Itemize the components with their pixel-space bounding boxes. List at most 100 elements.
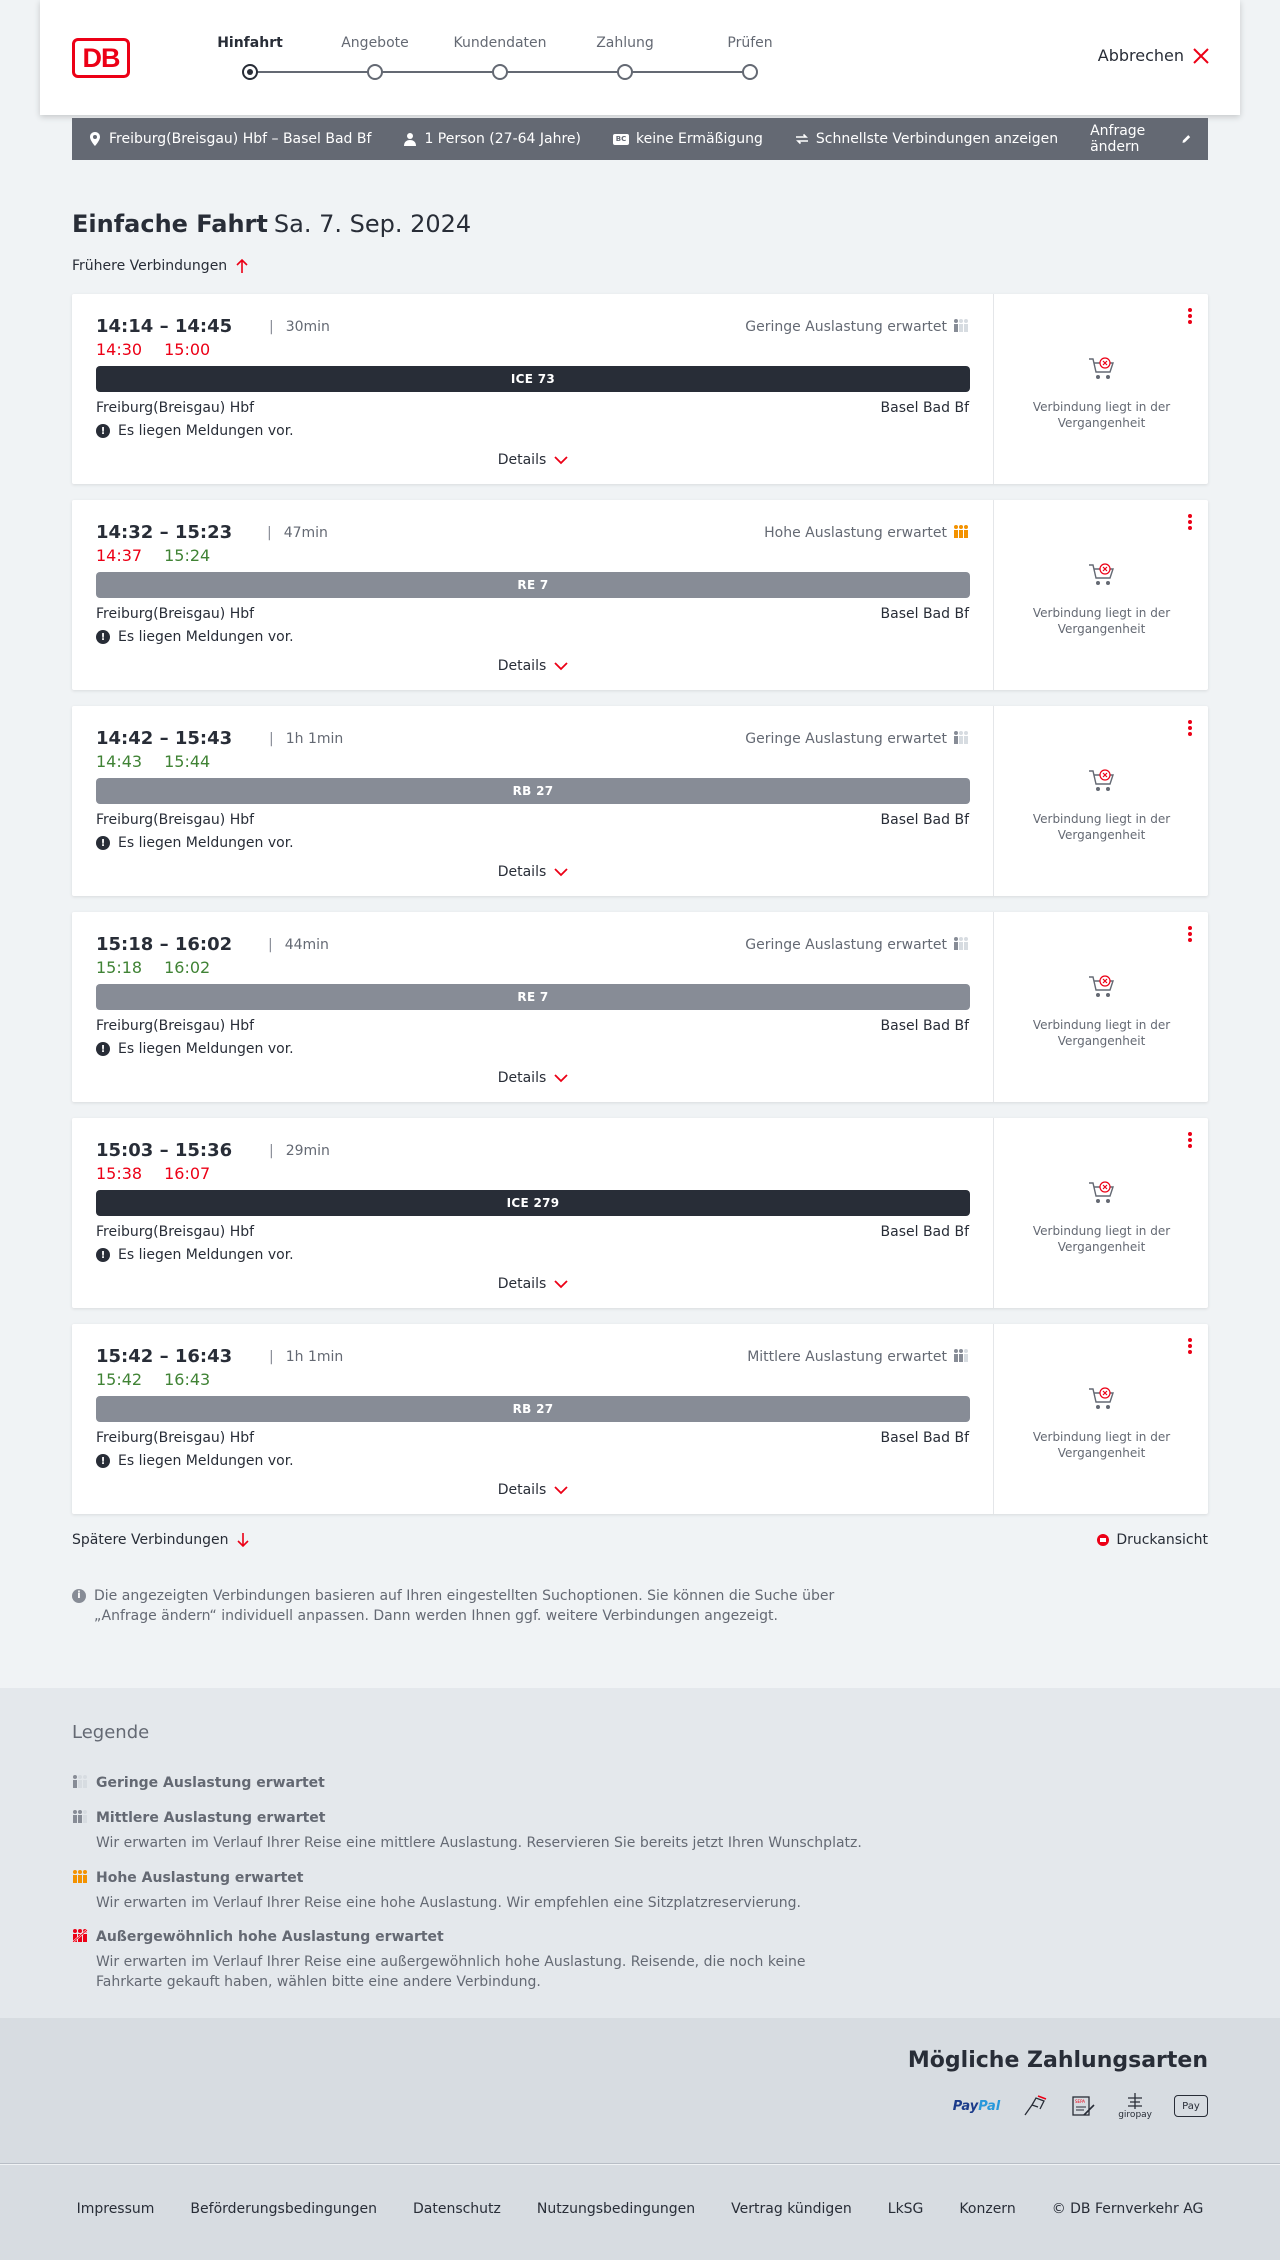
details-label: Details xyxy=(497,1070,547,1086)
connection-card[interactable]: 15:42 – 16:43 1h 1min 15:42 16:43 Mittlere A… xyxy=(72,1324,1208,1514)
connection-card[interactable]: 15:03 – 15:36 29min 15:38 16:07 ICE 279 Freib… xyxy=(72,1118,1208,1308)
paypal-icon: Pay Pal xyxy=(953,2090,1000,2122)
footer-link[interactable]: Konzern xyxy=(959,2201,1015,2217)
departure-station: Freiburg(Breisgau) Hbf xyxy=(96,400,255,416)
train-bar[interactable]: RB 27 xyxy=(96,778,970,804)
step-angebote: Angebote xyxy=(320,34,430,80)
connection-card[interactable]: 15:18 – 16:02 44min 15:18 16:02 Geringe Ausl… xyxy=(72,912,1208,1102)
more-options-icon[interactable] xyxy=(1182,718,1198,738)
duration-text: 29min xyxy=(285,1143,330,1159)
cart-unavailable-icon xyxy=(1089,1181,1114,1203)
realtime-times: 14:43 15:44 xyxy=(96,752,232,771)
details-toggle[interactable]: Details xyxy=(72,452,994,468)
cancel-button[interactable]: Abbrechen xyxy=(1098,46,1210,65)
edit-request-button[interactable]: Anfrage ändern xyxy=(1090,123,1192,155)
details-toggle[interactable]: Details xyxy=(72,658,994,674)
print-view-button[interactable]: Druckansicht xyxy=(1096,1532,1208,1548)
messages-text: Es liegen Meldungen vor. xyxy=(118,629,294,645)
train-bar[interactable]: ICE 279 xyxy=(96,1190,970,1216)
details-label: Details xyxy=(497,1276,547,1292)
duration: 30min xyxy=(269,319,330,335)
more-options-icon[interactable] xyxy=(1182,306,1198,326)
connection-card[interactable]: 14:42 – 15:43 1h 1min 14:43 15:44 Geringe Au… xyxy=(72,706,1208,896)
load-extreme-icon xyxy=(72,1928,88,1946)
search-route: Freiburg(Breisgau) Hbf – Basel Bad Bf xyxy=(88,131,371,147)
legend-item-high: Hohe Auslastung erwartet Wir erwarten im … xyxy=(72,1869,872,1913)
load-text: Hohe Auslastung erwartet xyxy=(764,525,947,541)
fastest-text: Schnellste Verbindungen anzeigen xyxy=(815,131,1059,147)
duration-text: 30min xyxy=(285,319,330,335)
step-dot xyxy=(742,64,758,80)
train-bar[interactable]: RE 7 xyxy=(96,984,970,1010)
connection-card[interactable]: 14:32 – 15:23 47min 14:37 15:24 Hohe Auslast… xyxy=(72,500,1208,690)
footer-link[interactable]: Nutzungsbedingungen xyxy=(537,2201,695,2217)
legend-item-title: Außergewöhnlich hohe Auslastung erwartet xyxy=(96,1929,444,1945)
train-bar[interactable]: ICE 73 xyxy=(96,366,970,392)
footer-link[interactable]: Datenschutz xyxy=(413,2201,501,2217)
departure-station: Freiburg(Breisgau) Hbf xyxy=(96,1018,255,1034)
connection-card[interactable]: 14:14 – 14:45 30min 14:30 15:00 Geringe Ausl… xyxy=(72,294,1208,484)
details-toggle[interactable]: Details xyxy=(72,1482,994,1498)
connection-main: 14:14 – 14:45 30min 14:30 15:00 Geringe Ausl… xyxy=(72,294,994,484)
load-text: Geringe Auslastung erwartet xyxy=(745,319,947,335)
cart-unavailable-icon xyxy=(1089,975,1114,997)
more-options-icon[interactable] xyxy=(1182,924,1198,944)
step-zahlung: Zahlung xyxy=(570,34,680,80)
footer-link[interactable]: Vertrag kündigen xyxy=(731,2201,852,2217)
load-indicator: Geringe Auslastung erwartet xyxy=(745,318,969,336)
details-label: Details xyxy=(497,864,547,880)
footer-link[interactable]: LkSG xyxy=(888,2201,924,2217)
alert-icon: ! xyxy=(96,424,110,438)
legend-item-head: Geringe Auslastung erwartet xyxy=(72,1774,872,1792)
duration: 47min xyxy=(267,525,328,541)
search-summary-bar: Freiburg(Breisgau) Hbf – Basel Bad Bf 1 … xyxy=(72,118,1208,160)
duration: 1h 1min xyxy=(269,1349,344,1365)
step-dot xyxy=(617,64,633,80)
credit-card-hand-icon xyxy=(1022,2090,1048,2122)
departure-station: Freiburg(Breisgau) Hbf xyxy=(96,606,255,622)
info-icon: i xyxy=(72,1589,86,1603)
more-options-icon[interactable] xyxy=(1182,1336,1198,1356)
step-label: Prüfen xyxy=(727,35,773,51)
messages-notice: ! Es liegen Meldungen vor. xyxy=(96,1453,294,1469)
legend-item-head: Hohe Auslastung erwartet xyxy=(72,1869,872,1887)
connection-main: 15:18 – 16:02 44min 15:18 16:02 Geringe Ausl… xyxy=(72,912,994,1102)
scheduled-times: 14:14 – 14:45 xyxy=(96,316,233,337)
connection-main: 14:42 – 15:43 1h 1min 14:43 15:44 Geringe Au… xyxy=(72,706,994,896)
cart-unavailable-icon xyxy=(1089,1387,1114,1409)
bahncard-icon: BC xyxy=(613,133,629,145)
duration-text: 1h 1min xyxy=(285,1349,344,1365)
details-toggle[interactable]: Details xyxy=(72,864,994,880)
footer-link[interactable]: Beförderungsbedingungen xyxy=(190,2201,377,2217)
realtime-departure: 15:42 xyxy=(96,1370,143,1389)
duration-text: 47min xyxy=(283,525,328,541)
footer-link[interactable]: Impressum xyxy=(77,2201,155,2217)
later-label: Spätere Verbindungen xyxy=(72,1532,229,1548)
chevron-down-icon xyxy=(554,456,568,465)
departure-station: Freiburg(Breisgau) Hbf xyxy=(96,1224,255,1240)
train-bar[interactable]: RB 27 xyxy=(96,1396,970,1422)
alert-icon: ! xyxy=(96,630,110,644)
more-options-icon[interactable] xyxy=(1182,512,1198,532)
db-logo[interactable]: DB xyxy=(72,38,130,78)
booking-panel: Verbindung liegt in der Vergangenheit xyxy=(995,500,1208,690)
legend-section: Legende Geringe Auslastung erwartet Mittl… xyxy=(0,1688,1280,2018)
more-options-icon[interactable] xyxy=(1182,1130,1198,1150)
realtime-arrival: 16:43 xyxy=(164,1370,211,1389)
booking-panel: Verbindung liegt in der Vergangenheit xyxy=(995,912,1208,1102)
scheduled-times: 14:42 – 15:43 xyxy=(96,728,233,749)
load-medium-icon xyxy=(953,1348,969,1366)
later-connections-button[interactable]: Spätere Verbindungen xyxy=(72,1532,250,1548)
booking-panel: Verbindung liegt in der Vergangenheit xyxy=(995,706,1208,896)
cart-unavailable-icon xyxy=(1089,357,1114,379)
trip-date: Sa. 7. Sep. 2024 xyxy=(273,210,472,238)
step-dot-active xyxy=(242,64,258,80)
train-bar[interactable]: RE 7 xyxy=(96,572,970,598)
step-hinfahrt: Hinfahrt xyxy=(195,34,305,80)
details-toggle[interactable]: Details xyxy=(72,1070,994,1086)
load-text: Geringe Auslastung erwartet xyxy=(745,937,947,953)
details-toggle[interactable]: Details xyxy=(72,1276,994,1292)
earlier-connections-button[interactable]: Frühere Verbindungen xyxy=(72,258,249,274)
legend-item-title: Geringe Auslastung erwartet xyxy=(96,1775,325,1791)
connection-past-text: Verbindung liegt in der Vergangenheit xyxy=(1032,812,1171,842)
